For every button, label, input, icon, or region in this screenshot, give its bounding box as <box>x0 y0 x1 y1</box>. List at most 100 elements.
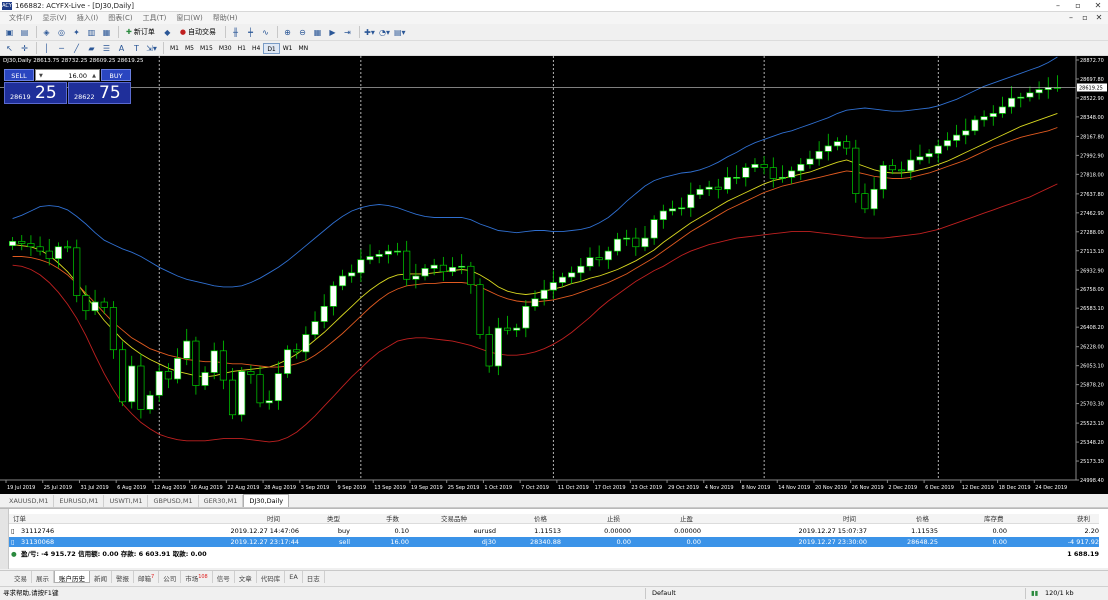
tab-code-base[interactable]: 代码库 <box>257 571 286 583</box>
buy-button[interactable]: BUY <box>101 69 131 81</box>
col-time[interactable]: 时间 <box>267 514 280 524</box>
timeframe-mn[interactable]: MN <box>296 43 312 54</box>
chart-tab-uswti[interactable]: USWTI,M1 <box>104 495 149 507</box>
lot-decrease-icon[interactable]: ▼ <box>39 70 43 82</box>
terminal-icon[interactable]: ▥ <box>85 26 98 39</box>
menu-view[interactable]: 显示(V) <box>38 13 72 23</box>
line-chart-icon[interactable]: ∿ <box>259 26 272 39</box>
arrows-icon[interactable]: ⇲▾ <box>145 42 158 55</box>
profiles-icon[interactable]: ▤ <box>18 26 31 39</box>
timeframe-w1[interactable]: W1 <box>280 43 296 54</box>
col-close-price[interactable]: 价格 <box>916 514 929 524</box>
table-row-selected[interactable]: ▯ 31130068 2019.12.27 23:17:44 sell 16.0… <box>9 537 1099 547</box>
col-symbol[interactable]: 交易品种 <box>441 514 467 524</box>
col-close-time[interactable]: 时间 <box>843 514 856 524</box>
crosshair-icon[interactable]: ✛ <box>18 42 31 55</box>
horizontal-line-icon[interactable]: ─ <box>55 42 68 55</box>
sell-price-box[interactable]: 28619 25 <box>4 82 67 104</box>
col-order[interactable]: 订单 <box>13 514 26 524</box>
col-sl[interactable]: 止损 <box>607 514 620 524</box>
status-profile: Default <box>652 589 676 597</box>
tab-alerts[interactable]: 警报 <box>112 571 134 583</box>
terminal-side-handle[interactable] <box>0 509 9 569</box>
tab-exposure[interactable]: 展示 <box>32 571 54 583</box>
market-watch-icon[interactable]: ◈ <box>40 26 53 39</box>
chart-tab-dj30[interactable]: DJ30,Daily <box>243 494 290 507</box>
chart-tab-ger30[interactable]: GER30,M1 <box>199 495 244 507</box>
price-chart[interactable]: 28872.70 28697.80 28522.90 28348.00 28167.80… <box>0 56 1108 494</box>
col-profit[interactable]: 获利 <box>1077 514 1090 524</box>
mdi-close-button[interactable]: ✕ <box>1092 12 1106 24</box>
new-chart-icon[interactable]: ▣ <box>3 26 16 39</box>
tab-trade[interactable]: 交易 <box>10 571 32 583</box>
metaeditor-icon[interactable]: ◆ <box>161 26 174 39</box>
tester-icon[interactable]: ▦ <box>100 26 113 39</box>
lot-increase-icon[interactable]: ▲ <box>92 70 96 82</box>
col-lots[interactable]: 手数 <box>386 514 399 524</box>
tab-market[interactable]: 市场108 <box>181 571 213 583</box>
cell-order: 31130068 <box>21 538 55 546</box>
col-type[interactable]: 类型 <box>327 514 340 524</box>
templates-icon[interactable]: ▤▾ <box>393 26 407 39</box>
title-bar: ACY 166882: ACYFX-Live - [DJ30,Daily] – … <box>0 0 1108 12</box>
mdi-restore-button[interactable]: ▫ <box>1078 12 1092 24</box>
tab-news[interactable]: 新闻 <box>90 571 112 583</box>
mdi-minimize-button[interactable]: – <box>1064 12 1078 24</box>
new-order-button[interactable]: ✚ 新订单 <box>122 26 159 39</box>
label-icon[interactable]: T <box>130 42 143 55</box>
trendline-icon[interactable]: ╱ <box>70 42 83 55</box>
vertical-line-icon[interactable]: │ <box>40 42 53 55</box>
auto-scroll-icon[interactable]: ▶ <box>326 26 339 39</box>
tab-company[interactable]: 公司 <box>159 571 182 583</box>
buy-price-box[interactable]: 28622 75 <box>68 82 131 104</box>
timeframe-m30[interactable]: M30 <box>216 43 235 54</box>
tab-journal[interactable]: 日志 <box>303 571 325 583</box>
zoom-out-icon[interactable]: ⊖ <box>296 26 309 39</box>
chart-tab-xauusd[interactable]: XAUUSD,M1 <box>4 495 55 507</box>
minimize-button[interactable]: – <box>1048 0 1068 12</box>
menu-charts[interactable]: 图表(C) <box>103 13 137 23</box>
timeframe-m15[interactable]: M15 <box>197 43 216 54</box>
menu-window[interactable]: 窗口(W) <box>171 13 207 23</box>
navigator-icon[interactable]: ✦ <box>70 26 83 39</box>
tab-signals[interactable]: 信号 <box>213 571 235 583</box>
fibonacci-icon[interactable]: ☰ <box>100 42 113 55</box>
chart-tab-eurusd[interactable]: EURUSD,M1 <box>54 495 105 507</box>
sell-button[interactable]: SELL <box>4 69 34 81</box>
periods-icon[interactable]: ◔▾ <box>378 26 391 39</box>
timeframe-d1[interactable]: D1 <box>263 42 280 54</box>
table-row[interactable]: ▯ 31112746 2019.12.27 14:47:06 buy 0.10 … <box>9 526 1099 536</box>
chart-canvas[interactable]: 28872.70 28697.80 28522.90 28348.00 28167.80… <box>0 56 1108 494</box>
col-tp[interactable]: 止盈 <box>680 514 693 524</box>
timeframe-h1[interactable]: H1 <box>235 43 249 54</box>
timeframe-m1[interactable]: M1 <box>167 43 182 54</box>
menu-insert[interactable]: 插入(I) <box>72 13 104 23</box>
chart-tab-gbpusd[interactable]: GBPUSD,M1 <box>148 495 199 507</box>
cursor-icon[interactable]: ↖ <box>3 42 16 55</box>
tile-windows-icon[interactable]: ▦ <box>311 26 324 39</box>
timeframe-m5[interactable]: M5 <box>182 43 197 54</box>
zoom-in-icon[interactable]: ⊕ <box>281 26 294 39</box>
col-price[interactable]: 价格 <box>534 514 547 524</box>
autotrading-button[interactable]: ● 自动交易 <box>176 26 220 39</box>
tab-experts[interactable]: EA <box>285 571 303 583</box>
text-icon[interactable]: A <box>115 42 128 55</box>
menu-tools[interactable]: 工具(T) <box>138 13 172 23</box>
col-swap[interactable]: 库存费 <box>984 514 1004 524</box>
tab-mailbox[interactable]: 邮箱7 <box>134 571 160 583</box>
data-window-icon[interactable]: ◎ <box>55 26 68 39</box>
indicators-icon[interactable]: ✚▾ <box>363 26 376 39</box>
tab-account-history[interactable]: 账户历史 <box>54 571 90 583</box>
close-button[interactable]: ✕ <box>1088 0 1108 12</box>
chart-shift-icon[interactable]: ⇥ <box>341 26 354 39</box>
maximize-button[interactable]: ▫ <box>1068 0 1088 12</box>
lot-size-input[interactable]: ▼ 16.00 ▲ <box>35 69 100 81</box>
candlestick-icon[interactable]: ┿ <box>244 26 257 39</box>
price-axis-label: 26758.00 <box>1080 287 1104 293</box>
menu-file[interactable]: 文件(F) <box>4 13 38 23</box>
bar-chart-icon[interactable]: ╫ <box>229 26 242 39</box>
menu-help[interactable]: 帮助(H) <box>208 13 243 23</box>
timeframe-h4[interactable]: H4 <box>249 43 263 54</box>
channel-icon[interactable]: ▰ <box>85 42 98 55</box>
tab-articles[interactable]: 文章 <box>235 571 257 583</box>
